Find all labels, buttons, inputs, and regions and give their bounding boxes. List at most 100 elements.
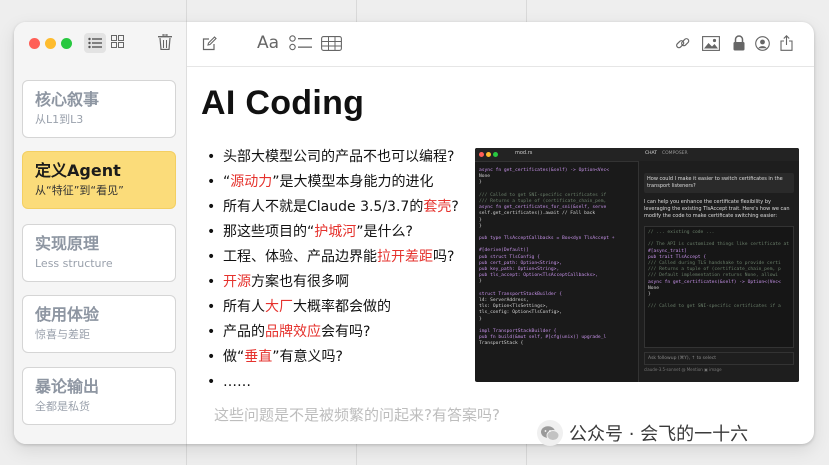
share-icon[interactable] (779, 34, 793, 51)
sidebar: 核心叙事 从L1到L3 定义Agent 从“特征”到“看见” 实现原理 Less… (14, 22, 187, 444)
note-title: 定义Agent (35, 161, 121, 180)
bullet-symbol: • (207, 174, 216, 190)
ide-minimize-dot (486, 152, 491, 157)
bullet-text: 吗? (433, 249, 455, 265)
code-line: async fn get_certificates(&self) -> Opti… (648, 279, 781, 285)
format-text-button[interactable]: Aa (257, 32, 279, 54)
note-item-experience[interactable]: 使用体验 惊喜与差距 (22, 295, 176, 353)
note-subtitle: 从“特征”到“看见” (35, 184, 124, 197)
trash-icon[interactable] (157, 33, 173, 51)
note-title: 核心叙事 (35, 90, 100, 109)
zoom-window-button[interactable] (61, 38, 72, 49)
highlight-text: 品牌效应 (265, 324, 321, 340)
code-line: // The API is customized things like cer… (648, 242, 790, 248)
compose-icon[interactable] (201, 35, 217, 51)
sidebar-toolbar (14, 22, 186, 66)
bullet-symbol: • (207, 149, 216, 165)
watermark: 公众号 · 会飞的一十六 (537, 420, 748, 446)
chat-footer: claude-3.5-sonnet @ Mention ▣ image (644, 367, 722, 372)
list-item: • 产品的品牌效应会有吗? (207, 320, 459, 345)
bullet-text: 做“ (223, 349, 245, 365)
ide-file-tab: mod.rs (515, 150, 533, 156)
chat-code: // ... existing code ...// The API is cu… (645, 227, 793, 313)
checklist-icon[interactable] (288, 35, 312, 51)
ide-chat-panel: How could I make it easier to switch cer… (638, 161, 799, 382)
bullet-symbol: • (207, 374, 216, 390)
chat-question-box: How could I make it easier to switch cer… (644, 173, 794, 193)
lock-icon[interactable] (732, 34, 745, 51)
table-icon[interactable] (320, 35, 342, 51)
highlight-text: 拉开差距 (377, 249, 433, 265)
bullet-symbol: • (207, 224, 216, 240)
note-subtitle: Less structure (35, 257, 113, 270)
note-subtitle: 从L1到L3 (35, 113, 84, 126)
minimize-window-button[interactable] (45, 38, 56, 49)
bullet-symbol: • (207, 249, 216, 265)
bullet-text: 方案也有很多啊 (251, 274, 349, 290)
bullet-text: …… (223, 374, 251, 390)
bullet-symbol: • (207, 299, 216, 315)
bullet-text: 大概率都会做的 (293, 299, 391, 315)
code-line: TransportStack { (479, 341, 524, 347)
ide-code-area: async fn get_certificates(&self) -> Opti… (479, 168, 634, 347)
bullet-text: ”有意义吗? (272, 349, 343, 365)
close-window-button[interactable] (29, 38, 40, 49)
note-item-opinions[interactable]: 暴论输出 全都是私货 (22, 367, 176, 425)
chat-input[interactable]: Ask followup (⌘Y), ↑ to select (644, 352, 794, 365)
share-person-icon[interactable] (754, 35, 770, 51)
image-icon[interactable] (702, 35, 720, 51)
list-view-icon[interactable] (84, 33, 106, 53)
chat-code-block: // ... existing code ...// The API is cu… (644, 226, 794, 348)
note-title: 实现原理 (35, 234, 100, 253)
bullet-symbol: • (207, 349, 216, 365)
highlight-text: 套壳 (423, 199, 452, 215)
code-line: /// Default implementation returns None,… (648, 273, 778, 279)
note-item-implementation[interactable]: 实现原理 Less structure (22, 224, 176, 282)
link-icon[interactable] (674, 35, 690, 51)
wechat-icon (537, 420, 563, 446)
note-title: 暴论输出 (35, 377, 100, 396)
list-item: • …… (207, 370, 459, 395)
bullet-text: ? (451, 199, 459, 215)
bullet-text: 头部大模型公司的产品不也可以编程? (223, 149, 455, 165)
highlight-text: 源动力 (230, 174, 273, 190)
bullet-text: ”是大模型本身能力的进化 (272, 174, 434, 190)
chat-answer-box: I can help you enhance the certificate f… (644, 199, 794, 220)
bullet-text: 产品的 (223, 324, 265, 340)
embedded-ide-screenshot: mod.rs CHAT COMPOSER async fn get_certif… (475, 148, 799, 382)
bullet-text: 那这些项目的“ (223, 224, 315, 240)
question-text: 这些问题是不是被频繁的问起来?有答案吗? (214, 406, 500, 424)
code-line: pub type TlsAcceptCallbacks = Box<dyn Tl… (479, 236, 615, 242)
bullet-text: 会有吗? (321, 324, 371, 340)
bullet-symbol: • (207, 274, 216, 290)
list-item: • 工程、体验、产品边界能拉开差距吗? (207, 245, 459, 270)
note-subtitle: 全都是私货 (35, 400, 90, 413)
code-line: /// Called to get SNI-specific certifica… (648, 304, 781, 310)
list-item: • 做“垂直”有意义吗? (207, 345, 459, 370)
list-item: • “源动力”是大模型本身能力的进化 (207, 170, 459, 195)
note-item-define-agent[interactable]: 定义Agent 从“特征”到“看见” (22, 151, 176, 209)
watermark-text: 公众号 · 会飞的一十六 (569, 424, 749, 445)
ide-chat-tab: CHAT (645, 151, 658, 156)
list-item: • 所有人大厂大概率都会做的 (207, 295, 459, 320)
grid-view-icon[interactable] (110, 34, 124, 48)
list-item: • 开源方案也有很多啊 (207, 270, 459, 295)
highlight-text: 护城河 (314, 224, 357, 240)
note-title: 使用体验 (35, 305, 100, 324)
bullet-symbol: • (207, 324, 216, 340)
document-title: AI Coding (201, 84, 365, 122)
note-item-core-narrative[interactable]: 核心叙事 从L1到L3 (22, 80, 176, 138)
chat-question: How could I make it easier to switch cer… (647, 176, 783, 189)
bullet-list: • 头部大模型公司的产品不也可以编程? • “源动力”是大模型本身能力的进化 • 所有… (207, 145, 459, 395)
note-editor: Aa AI Coding • 头部大模型公司的产品不也可以编程? • “源动力”… (187, 22, 814, 444)
ide-close-dot (479, 152, 484, 157)
bullet-text: 工程、体验、产品边界能 (223, 249, 377, 265)
list-item: • 头部大模型公司的产品不也可以编程? (207, 145, 459, 170)
bullet-text: 所有人不就是Claude 3.5/3.7的 (223, 199, 424, 215)
ide-composer-tab: COMPOSER (662, 151, 688, 156)
list-item: • 所有人不就是Claude 3.5/3.7的套壳? (207, 195, 459, 220)
highlight-text: 垂直 (244, 349, 273, 365)
ide-zoom-dot (493, 152, 498, 157)
list-item: • 那这些项目的“护城河”是什么? (207, 220, 459, 245)
bullet-symbol: • (207, 199, 216, 215)
